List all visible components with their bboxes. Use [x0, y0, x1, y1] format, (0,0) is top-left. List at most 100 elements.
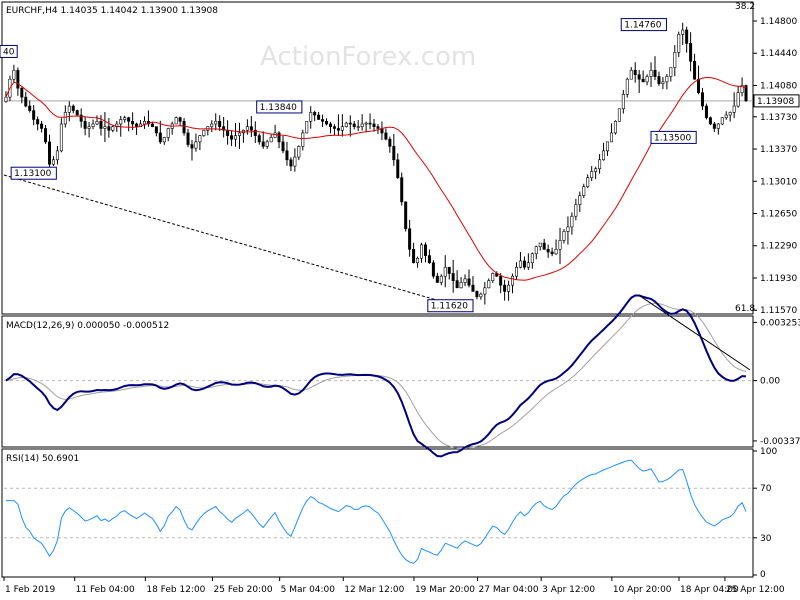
candle-body: [131, 120, 135, 125]
candle-body: [435, 275, 439, 283]
candle-body: [40, 123, 44, 129]
rsi-tick-label: 100: [760, 447, 777, 457]
candle-body: [301, 132, 305, 147]
price-tick-label: 1.13730: [760, 113, 797, 123]
candle-body: [340, 126, 344, 131]
candle-body: [135, 123, 139, 127]
time-tick-label: 27 Mar 04:00: [479, 585, 539, 595]
candle: [75, 109, 79, 116]
candle-body: [522, 260, 526, 268]
candle-body: [51, 159, 55, 165]
candle-body: [566, 226, 570, 232]
fib-bottom-label: 61.8: [735, 304, 755, 314]
candle-body: [328, 123, 332, 127]
price-tick-label: 1.14440: [760, 49, 797, 59]
candle: [174, 116, 178, 125]
candle-body: [637, 74, 641, 80]
candle-body: [174, 117, 178, 125]
candle-body: [700, 92, 704, 107]
candle-body: [297, 146, 301, 158]
candle-body: [526, 262, 530, 268]
candle-body: [293, 156, 297, 167]
price-annotation-label: 1.13100: [14, 169, 51, 179]
candle-body: [606, 141, 610, 152]
candle: [708, 116, 712, 126]
candle-body: [736, 92, 740, 107]
candle-body: [558, 240, 562, 250]
candle-body: [582, 186, 586, 196]
candle-body: [483, 287, 487, 295]
candle-body: [249, 126, 253, 131]
candle-body: [562, 231, 566, 241]
candle-body: [665, 76, 669, 83]
candle-body: [356, 126, 360, 128]
candle-body: [182, 120, 186, 134]
candle: [400, 172, 404, 206]
candle-body: [198, 135, 202, 143]
candle-body: [20, 87, 24, 98]
candle: [431, 260, 435, 279]
candle-body: [400, 177, 404, 203]
candle-body: [574, 204, 578, 217]
candle-body: [689, 43, 693, 62]
candle-body: [641, 78, 645, 83]
price-tick-label: 1.13370: [760, 145, 797, 155]
candle-body: [55, 150, 59, 161]
candle-body: [724, 114, 728, 119]
candle-body: [685, 29, 689, 44]
candle-body: [467, 278, 471, 286]
candle-body: [554, 249, 558, 255]
candle-body: [455, 280, 459, 289]
candle-body: [423, 244, 427, 256]
candle-body: [396, 159, 400, 178]
candle-body: [63, 112, 67, 125]
candle-body: [388, 138, 392, 147]
candle-body: [83, 120, 87, 129]
candle-body: [75, 110, 79, 116]
time-tick-label: 19 Mar 20:00: [415, 585, 475, 595]
candle-body: [103, 126, 107, 129]
candle-body: [598, 159, 602, 170]
macd-title: MACD(12,26,9) 0.000050 -0.000512: [6, 321, 169, 331]
candle-body: [71, 105, 75, 111]
price-annotation-label: 1.13840: [260, 103, 297, 113]
candle-body: [617, 108, 621, 122]
candle-body: [645, 76, 649, 83]
candle-body: [716, 123, 720, 129]
candle-body: [420, 244, 424, 259]
candle-body: [237, 132, 241, 136]
candle-body: [578, 195, 582, 205]
candle-body: [677, 34, 681, 53]
candle-body: [633, 69, 637, 76]
candle-body: [384, 132, 388, 140]
candle-body: [360, 123, 364, 127]
candle-body: [44, 128, 48, 143]
candle-body: [408, 228, 412, 250]
candle-body: [538, 242, 542, 247]
candle-body: [261, 141, 265, 147]
candle-body: [487, 280, 491, 289]
candle: [625, 77, 629, 98]
candle-body: [479, 293, 483, 298]
candle-body: [459, 282, 463, 289]
candle-body: [162, 137, 166, 143]
candle-body: [602, 150, 606, 161]
candle-body: [36, 119, 40, 125]
candle-body: [210, 123, 214, 127]
candle-body: [372, 123, 376, 127]
time-tick-label: 25 Feb 20:00: [214, 585, 273, 595]
candle-body: [166, 128, 170, 138]
candle-body: [550, 251, 554, 255]
candle-body: [471, 284, 475, 292]
candle-body: [111, 126, 115, 131]
candle-body: [158, 132, 162, 143]
candle-body: [150, 123, 154, 127]
candle-body: [234, 135, 238, 140]
time-tick-label: 12 Mar 12:00: [344, 585, 404, 595]
price-annotation-label: 1.13500: [654, 133, 691, 143]
price-tick-label: 1.11570: [760, 306, 797, 316]
candle-body: [48, 141, 52, 165]
candle-body: [309, 112, 313, 122]
candle: [404, 201, 408, 232]
candle-body: [186, 132, 190, 145]
